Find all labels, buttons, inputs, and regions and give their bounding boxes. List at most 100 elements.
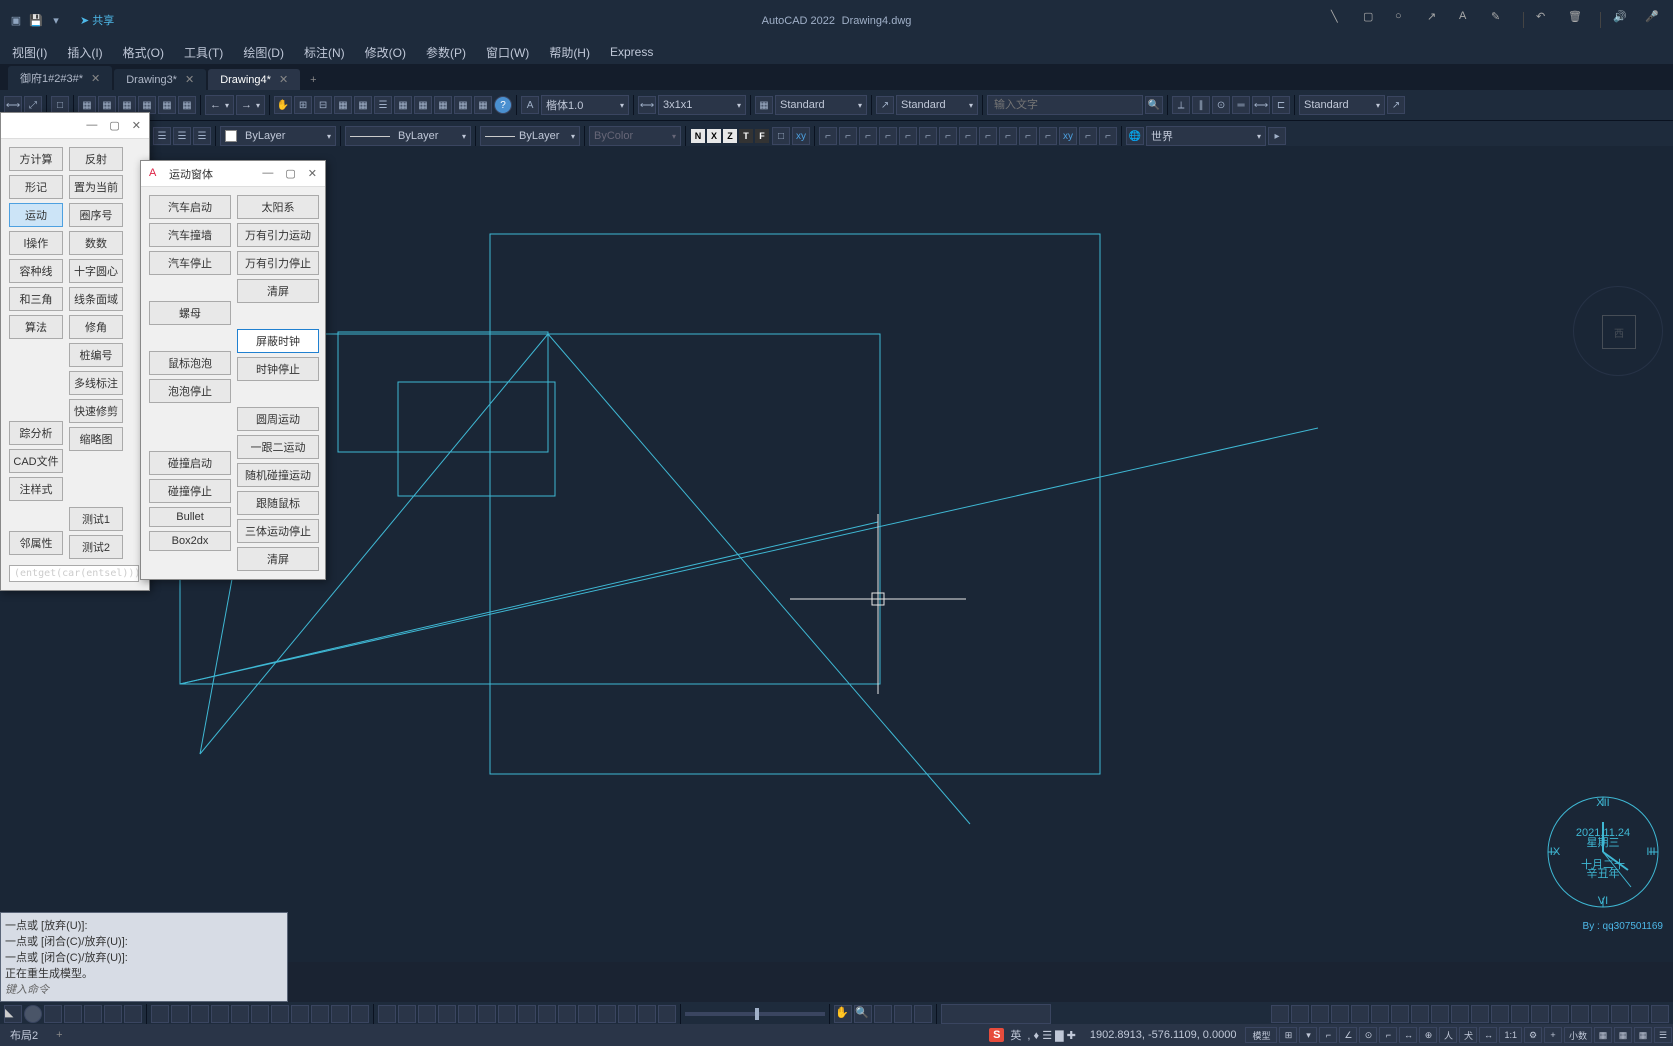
tool-方计算[interactable]: 方计算 (9, 147, 63, 171)
doc-tab[interactable]: 御府1#2#3#*✕ (8, 66, 112, 90)
r1-icon[interactable] (1271, 1005, 1289, 1023)
3d14-icon[interactable] (638, 1005, 656, 1023)
tab-close-icon[interactable]: ✕ (91, 72, 100, 85)
r4-icon[interactable] (1331, 1005, 1349, 1023)
zoom1-icon[interactable]: ⊞ (294, 96, 312, 114)
modify9-icon[interactable] (311, 1005, 329, 1023)
const5-icon[interactable]: ⟷ (1252, 96, 1270, 114)
tool1-icon[interactable]: ▦ (394, 96, 412, 114)
mic-icon[interactable]: 🎤 (1645, 10, 1665, 30)
tool-线条面域[interactable]: 线条面域 (69, 287, 123, 311)
ucs12-icon[interactable]: ⌐ (1039, 127, 1057, 145)
3d4-icon[interactable] (438, 1005, 456, 1023)
flag-Z[interactable]: Z (723, 129, 737, 143)
color-combo[interactable]: ByLayer▾ (220, 126, 336, 146)
menu-格式(O)[interactable]: 格式(O) (123, 44, 164, 61)
nav1-icon[interactable]: ✋ (834, 1005, 852, 1023)
globe-icon[interactable]: 🌐 (1126, 127, 1144, 145)
modify7-icon[interactable] (271, 1005, 289, 1023)
tool-多线标注[interactable]: 多线标注 (69, 371, 123, 395)
r10-icon[interactable] (1451, 1005, 1469, 1023)
r17-icon[interactable] (1591, 1005, 1609, 1023)
3d8-icon[interactable] (518, 1005, 536, 1023)
ucs13-icon[interactable]: xy (1059, 127, 1077, 145)
redo-combo[interactable]: → ▾ (236, 95, 265, 115)
tool-反射[interactable]: 反射 (69, 147, 123, 171)
menu-Express[interactable]: Express (610, 45, 653, 59)
motion-Box2dx[interactable]: Box2dx (149, 531, 231, 551)
motion-汽车撞墙[interactable]: 汽车撞墙 (149, 223, 231, 247)
motion-三体运动停止[interactable]: 三体运动停止 (237, 519, 319, 543)
tool-l操作[interactable]: l操作 (9, 231, 63, 255)
motion-Bullet[interactable]: Bullet (149, 507, 231, 527)
tool5-icon[interactable]: ▦ (474, 96, 492, 114)
flag-T[interactable]: T (739, 129, 753, 143)
motion-螺母[interactable]: 螺母 (149, 301, 231, 325)
ucs3-icon[interactable]: ⌐ (859, 127, 877, 145)
model-btn[interactable]: 模型 (1245, 1027, 1277, 1043)
add-tab-icon[interactable]: + (302, 70, 324, 90)
modify10-icon[interactable] (331, 1005, 349, 1023)
r3-icon[interactable] (1311, 1005, 1329, 1023)
r18-icon[interactable] (1611, 1005, 1629, 1023)
ucs5-icon[interactable]: ⌐ (899, 127, 917, 145)
add-layout-icon[interactable]: + (48, 1029, 70, 1041)
r5-icon[interactable] (1351, 1005, 1369, 1023)
r9-icon[interactable] (1431, 1005, 1449, 1023)
modify4-icon[interactable] (211, 1005, 229, 1023)
arrow-tool-icon[interactable]: ↗ (1427, 10, 1447, 30)
motion-清屏[interactable]: 清屏 (237, 279, 319, 303)
snap10-icon[interactable]: ↔ (1479, 1027, 1497, 1043)
r16-icon[interactable] (1571, 1005, 1589, 1023)
zoom2-icon[interactable]: ⊟ (314, 96, 332, 114)
minimize-icon[interactable]: — (86, 119, 97, 132)
close-icon[interactable]: ✕ (308, 167, 317, 180)
ucs2-icon[interactable]: ⌐ (839, 127, 857, 145)
snap2-icon[interactable]: ⌐ (1319, 1027, 1337, 1043)
flag-X[interactable]: X (707, 129, 721, 143)
doc-tab[interactable]: Drawing3*✕ (114, 69, 206, 90)
ucs6-icon[interactable]: ⌐ (919, 127, 937, 145)
sb-e1-icon[interactable]: ▦ (1594, 1027, 1612, 1043)
ucs11-icon[interactable]: ⌐ (1019, 127, 1037, 145)
tab-close-icon[interactable]: ✕ (279, 73, 288, 86)
ucs8-icon[interactable]: ⌐ (959, 127, 977, 145)
3d5-icon[interactable] (458, 1005, 476, 1023)
snap5-icon[interactable]: ⌐ (1379, 1027, 1397, 1043)
shape-circle-icon[interactable] (24, 1005, 42, 1023)
modify3-icon[interactable] (191, 1005, 209, 1023)
tool4-icon[interactable]: ▦ (454, 96, 472, 114)
menu-参数(P)[interactable]: 参数(P) (426, 44, 466, 61)
shape1-icon[interactable]: ◣ (4, 1005, 22, 1023)
motion-太阳系[interactable]: 太阳系 (237, 195, 319, 219)
motion-随机碰撞运动[interactable]: 随机碰撞运动 (237, 463, 319, 487)
opacity-slider[interactable] (685, 1012, 825, 1016)
menu-修改(O)[interactable]: 修改(O) (365, 44, 406, 61)
shape6-icon[interactable] (124, 1005, 142, 1023)
command-input[interactable]: 键入命令 (5, 981, 283, 997)
modify2-icon[interactable] (171, 1005, 189, 1023)
motion-泡泡停止[interactable]: 泡泡停止 (149, 379, 231, 403)
r2-icon[interactable] (1291, 1005, 1309, 1023)
ucs10-icon[interactable]: ⌐ (999, 127, 1017, 145)
tool3-icon[interactable]: ▦ (434, 96, 452, 114)
mleader-icon[interactable]: ↗ (876, 96, 894, 114)
shape3-icon[interactable] (64, 1005, 82, 1023)
r12-icon[interactable] (1491, 1005, 1509, 1023)
tool-桩编号[interactable]: 桩编号 (69, 343, 123, 367)
r15-icon[interactable] (1551, 1005, 1569, 1023)
3d12-icon[interactable] (598, 1005, 616, 1023)
tool-圈序号[interactable]: 圈序号 (69, 203, 123, 227)
r6-icon[interactable] (1371, 1005, 1389, 1023)
snap6-icon[interactable]: ↔ (1399, 1027, 1417, 1043)
r14-icon[interactable] (1531, 1005, 1549, 1023)
tool-修角[interactable]: 修角 (69, 315, 123, 339)
layerstate2-icon[interactable]: ☰ (173, 127, 191, 145)
command-window[interactable]: 一点或 [放弃(U)]:一点或 [闭合(C)/放弃(U)]:一点或 [闭合(C)… (0, 912, 288, 1002)
rect-tool-icon[interactable]: ▢ (1363, 10, 1383, 30)
tool-测试2[interactable]: 测试2 (69, 535, 123, 559)
tab-close-icon[interactable]: ✕ (185, 73, 194, 86)
motion-时钟停止[interactable]: 时钟停止 (237, 357, 319, 381)
tool-踪分析[interactable]: 踪分析 (9, 421, 63, 445)
motion-碰撞停止[interactable]: 碰撞停止 (149, 479, 231, 503)
